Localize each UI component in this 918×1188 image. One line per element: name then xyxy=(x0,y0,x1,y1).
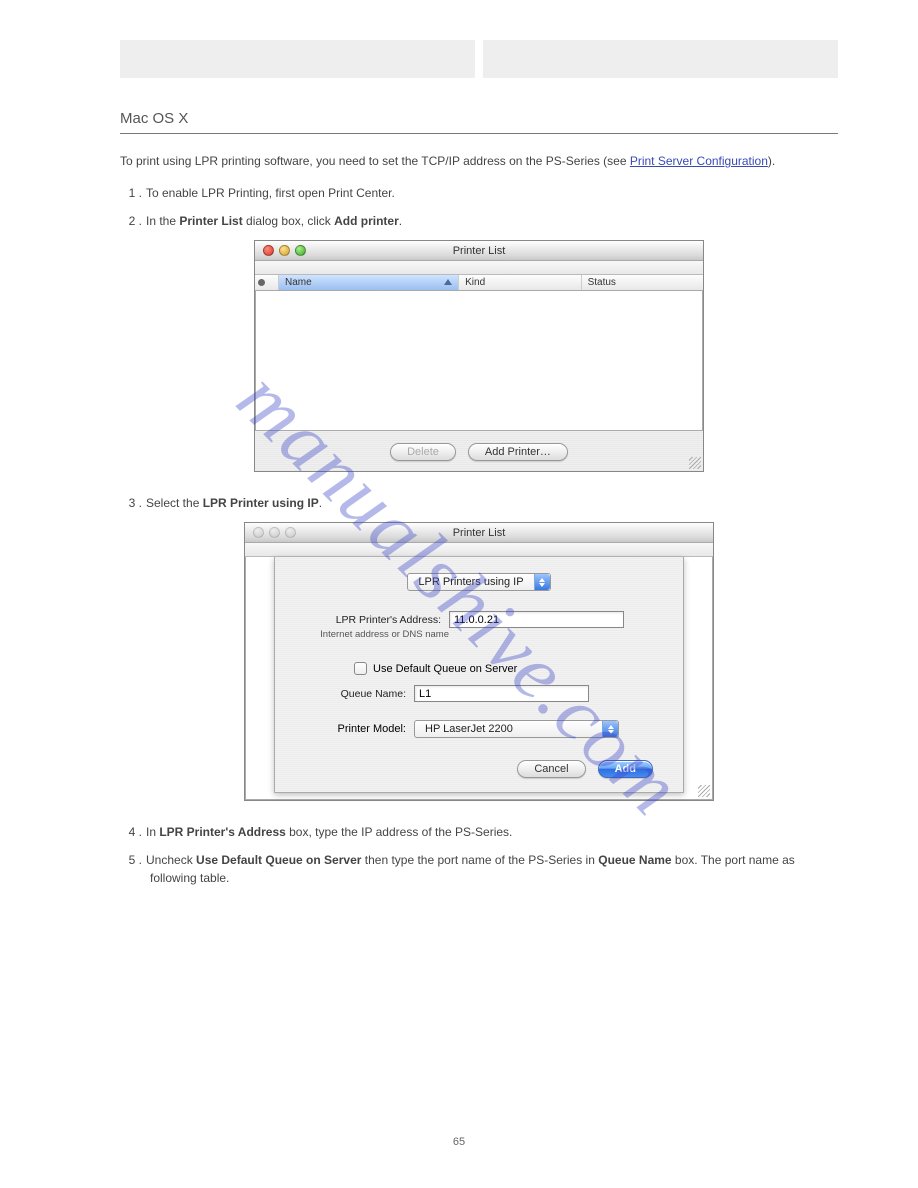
sheet-body-bg: LPR Printers using IP LPR Printer's Addr… xyxy=(245,557,713,800)
model-label: Printer Model: xyxy=(299,723,414,735)
col-kind-label: Kind xyxy=(465,277,485,288)
step-1: 1 . To enable LPR Printing, first open P… xyxy=(120,184,838,202)
model-value: HP LaserJet 2200 xyxy=(415,723,602,735)
col-default[interactable] xyxy=(255,275,279,290)
delete-button[interactable]: Delete xyxy=(390,443,456,461)
intro-paragraph: To print using LPR printing software, yo… xyxy=(120,152,838,170)
step-2-pre: In the xyxy=(146,214,179,228)
address-row: LPR Printer's Address: xyxy=(299,611,659,628)
sheet-title: Printer List xyxy=(245,527,713,539)
step-3-pre: Select the xyxy=(146,496,203,510)
step-5-pre: Uncheck xyxy=(146,853,196,867)
step-2-post: . xyxy=(399,214,402,228)
sheet-traffic-lights xyxy=(245,527,296,538)
step-3-b1: LPR Printer using IP xyxy=(203,496,319,510)
step-1-text: To enable LPR Printing, first open Print… xyxy=(146,186,395,200)
page-number: 65 xyxy=(0,1136,918,1148)
address-label: LPR Printer's Address: xyxy=(299,614,449,626)
page-container: Mac OS X To print using LPR printing sof… xyxy=(0,0,918,887)
step-2-mid: dialog box, click xyxy=(243,214,334,228)
pulldown-arrows-icon xyxy=(534,574,550,590)
add-sheet-window: Printer List LPR Printers using IP L xyxy=(244,522,714,801)
sort-ascending-icon xyxy=(444,279,452,285)
model-pulldown[interactable]: HP LaserJet 2200 xyxy=(414,720,619,738)
step-5-b1: Use Default Queue on Server xyxy=(196,853,365,867)
header-left-cell xyxy=(120,40,475,78)
step-2-b1: Printer List xyxy=(179,214,242,228)
printer-list-title: Printer List xyxy=(255,245,703,257)
default-queue-row: Use Default Queue on Server xyxy=(299,662,659,675)
queue-row: Queue Name: xyxy=(299,685,659,702)
screenshot-printer-list: Printer List Name Kind Status Delete Add… xyxy=(120,240,838,472)
step-3: 3 . Select the LPR Printer using IP. xyxy=(120,494,838,512)
sheet-buttons: Cancel Add xyxy=(299,760,659,778)
intro-pre: To print using LPR printing software, yo… xyxy=(120,154,630,168)
protocol-pulldown[interactable]: LPR Printers using IP xyxy=(407,573,550,591)
add-printer-button[interactable]: Add Printer… xyxy=(468,443,568,461)
step-4-pre: In xyxy=(146,825,159,839)
step-1-num: 1 . xyxy=(120,184,146,202)
printer-list-toolbar xyxy=(255,261,703,275)
protocol-value: LPR Printers using IP xyxy=(408,576,533,588)
step-4-num: 4 . xyxy=(120,823,146,841)
pulldown-arrows-icon xyxy=(602,721,618,737)
section-title: Mac OS X xyxy=(120,100,838,133)
step-2: 2 . In the Printer List dialog box, clic… xyxy=(120,212,838,230)
col-name[interactable]: Name xyxy=(279,275,459,290)
step-5: 5 . Uncheck Use Default Queue on Server … xyxy=(120,851,838,887)
printer-list-titlebar: Printer List xyxy=(255,241,703,261)
col-name-label: Name xyxy=(285,277,312,288)
printer-list-footer: Delete Add Printer… xyxy=(255,431,703,471)
default-queue-label: Use Default Queue on Server xyxy=(373,663,517,675)
queue-input[interactable] xyxy=(414,685,589,702)
section-divider xyxy=(120,133,838,134)
add-button[interactable]: Add xyxy=(598,760,653,778)
printer-list-body[interactable] xyxy=(255,291,703,431)
col-status[interactable]: Status xyxy=(582,275,703,290)
step-4-post: box, type the IP address of the PS-Serie… xyxy=(286,825,513,839)
intro-post: ). xyxy=(768,154,775,168)
step-2-b2: Add printer xyxy=(334,214,399,228)
minimize-icon xyxy=(269,527,280,538)
sheet-toolbar xyxy=(245,543,713,557)
step-3-num: 3 . xyxy=(120,494,146,512)
printer-list-window: Printer List Name Kind Status Delete Add… xyxy=(254,240,704,472)
step-3-post: . xyxy=(319,496,322,510)
close-icon xyxy=(253,527,264,538)
step-5-mid: then type the port name of the PS-Series… xyxy=(365,853,598,867)
protocol-row: LPR Printers using IP xyxy=(299,573,659,591)
model-row: Printer Model: HP LaserJet 2200 xyxy=(299,720,659,738)
default-indicator-icon xyxy=(258,279,265,286)
traffic-lights xyxy=(255,245,306,256)
resize-grip-icon[interactable] xyxy=(689,457,701,469)
zoom-icon[interactable] xyxy=(295,245,306,256)
step-5-b2: Queue Name xyxy=(598,853,671,867)
resize-grip-icon[interactable] xyxy=(698,785,710,797)
screenshot-add-sheet: Printer List LPR Printers using IP L xyxy=(120,522,838,801)
config-link[interactable]: Print Server Configuration xyxy=(630,154,768,168)
header-right-cell xyxy=(483,40,838,78)
minimize-icon[interactable] xyxy=(279,245,290,256)
address-hint: Internet address or DNS name xyxy=(299,629,449,640)
header-bar xyxy=(120,40,838,78)
col-status-label: Status xyxy=(588,277,616,288)
sheet-panel: LPR Printers using IP LPR Printer's Addr… xyxy=(274,557,684,793)
step-2-num: 2 . xyxy=(120,212,146,230)
zoom-icon xyxy=(285,527,296,538)
sheet-titlebar: Printer List xyxy=(245,523,713,543)
cancel-button[interactable]: Cancel xyxy=(517,760,585,778)
close-icon[interactable] xyxy=(263,245,274,256)
default-queue-checkbox[interactable] xyxy=(354,662,367,675)
queue-label: Queue Name: xyxy=(299,688,414,700)
col-kind[interactable]: Kind xyxy=(459,275,581,290)
step-4: 4 . In LPR Printer's Address box, type t… xyxy=(120,823,838,841)
step-5-num: 5 . xyxy=(120,851,146,869)
address-input[interactable] xyxy=(449,611,624,628)
column-headers: Name Kind Status xyxy=(255,275,703,291)
step-4-b1: LPR Printer's Address xyxy=(159,825,285,839)
